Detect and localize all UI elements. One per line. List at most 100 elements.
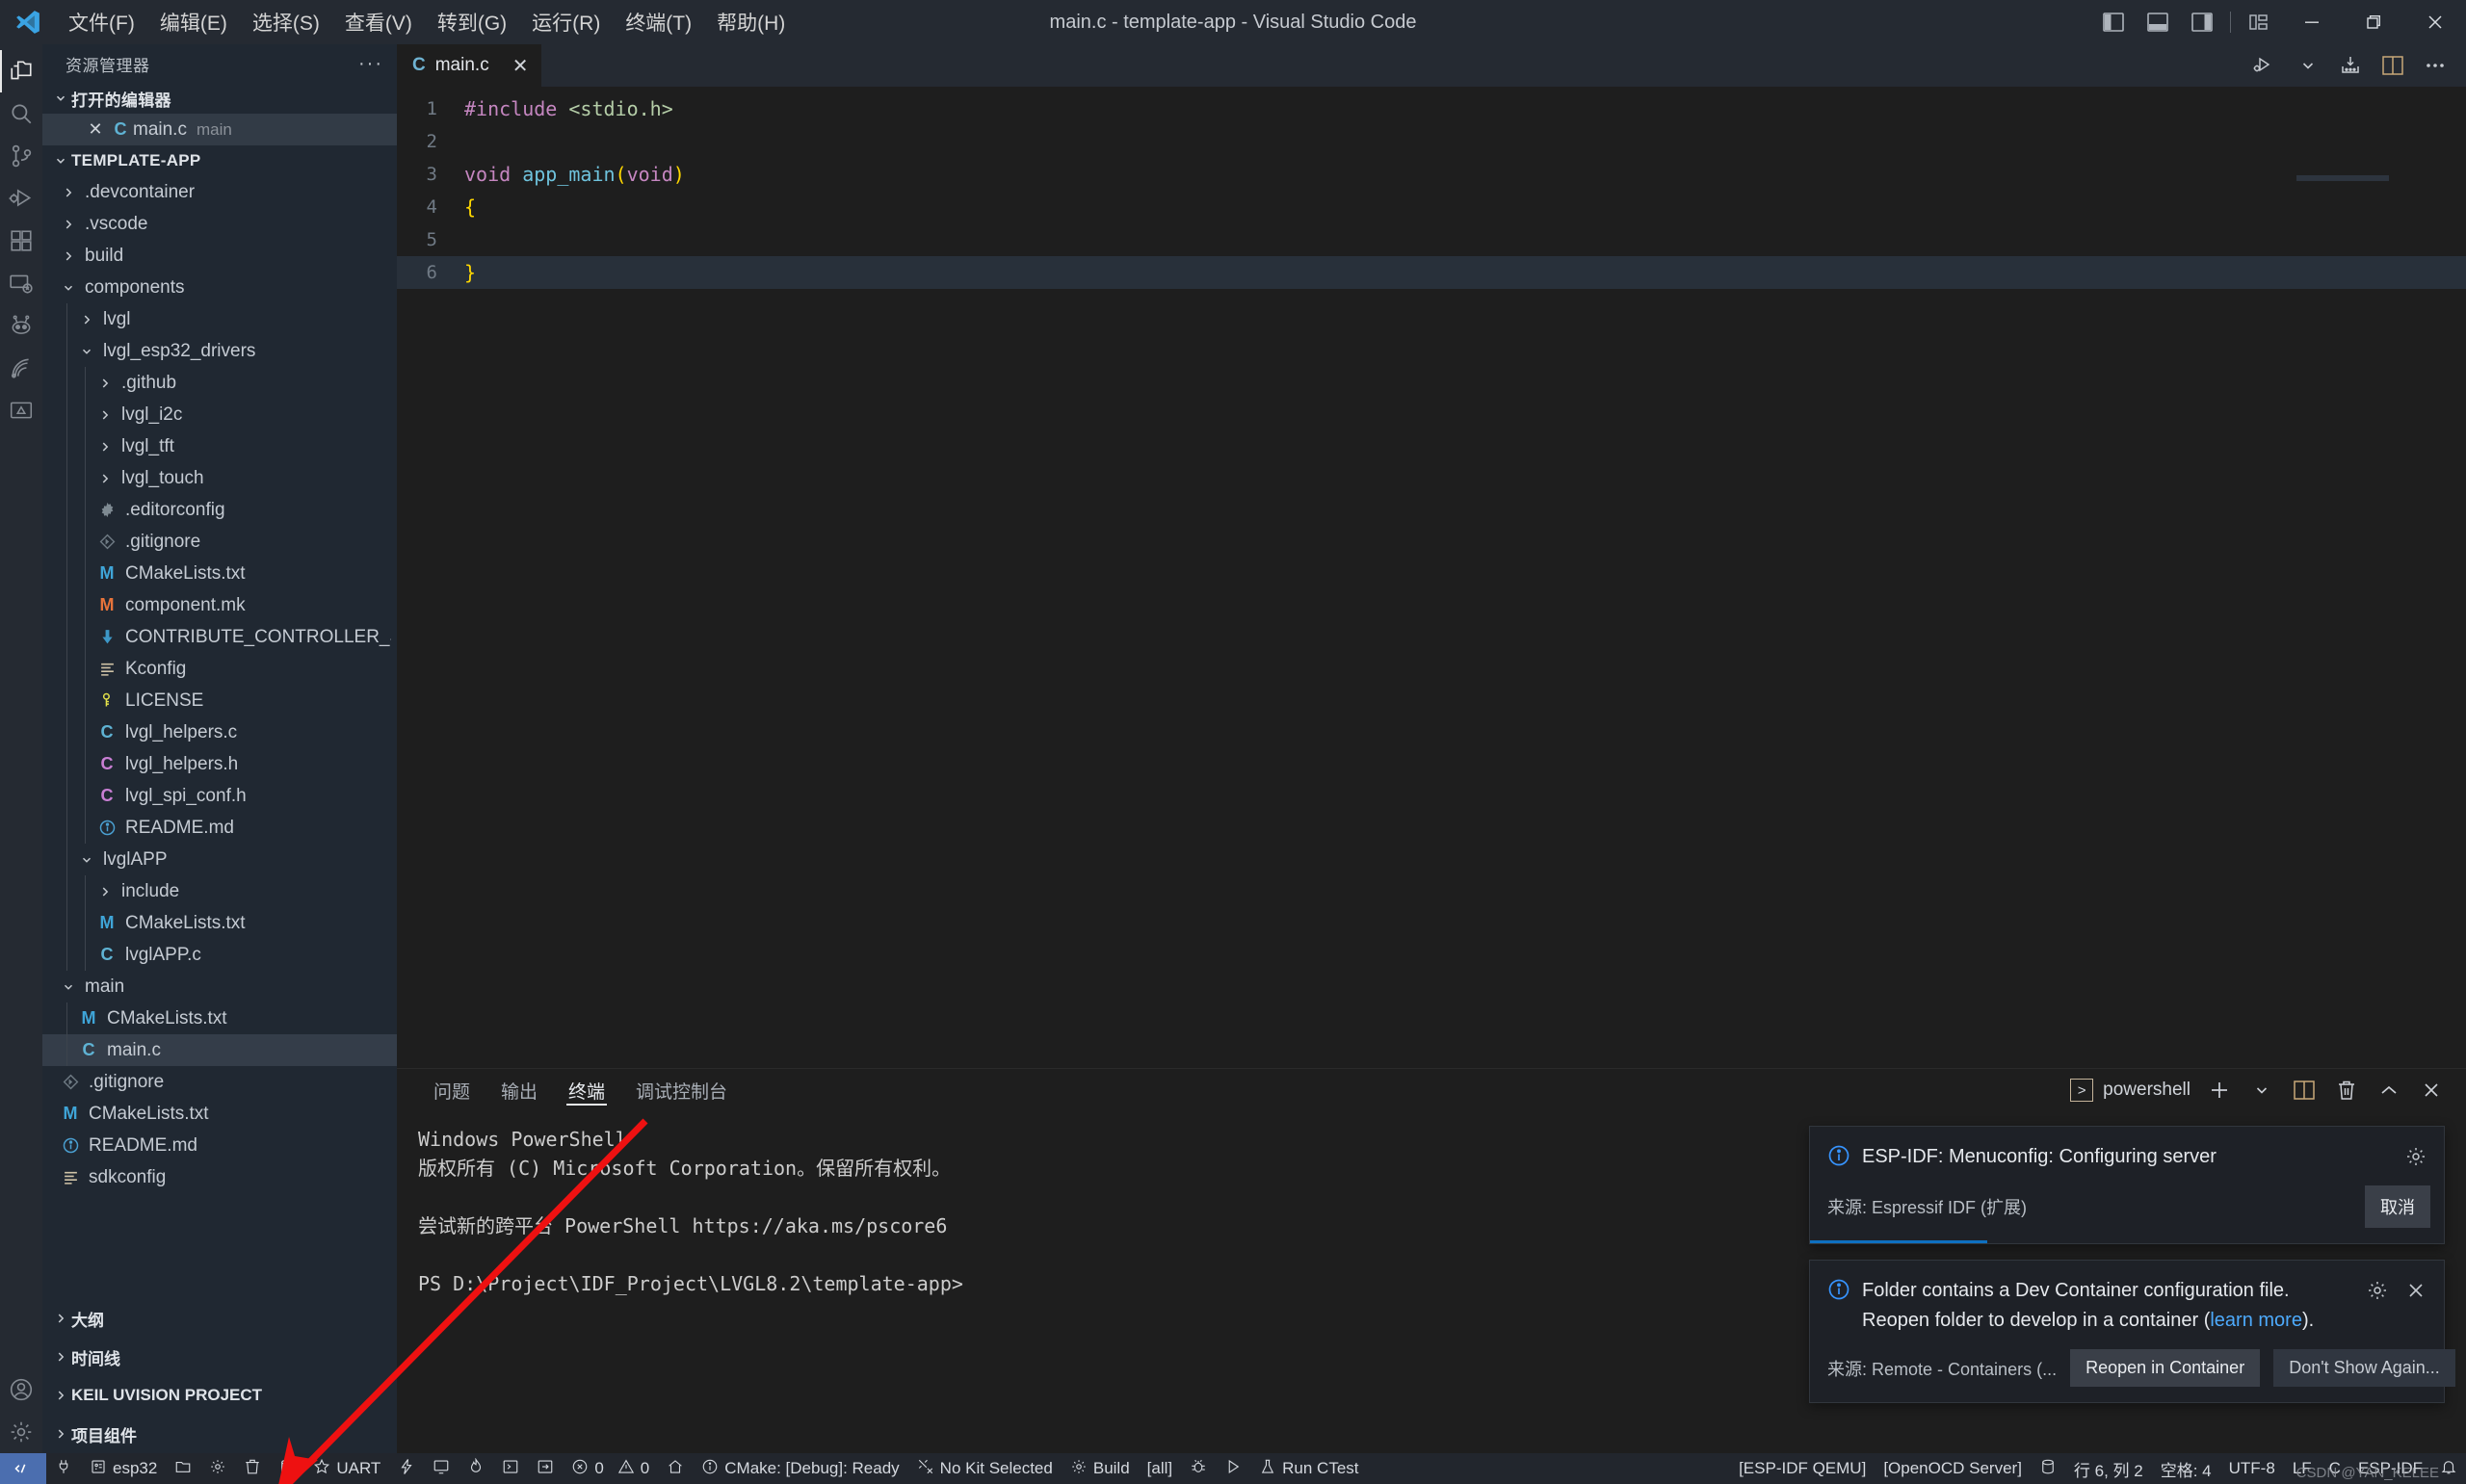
status-idf-doctor[interactable] (528, 1453, 563, 1484)
menu-view[interactable]: 查看(V) (332, 4, 425, 40)
tree-folder-row[interactable]: lvgl_esp32_drivers (42, 335, 397, 367)
status-esp-idf-version[interactable]: ESP-IDF (2349, 1453, 2431, 1484)
menu-terminal[interactable]: 终端(T) (613, 4, 704, 40)
terminal-shell-selector[interactable]: > powershell (2064, 1079, 2196, 1102)
tree-folder-row[interactable]: .vscode (42, 208, 397, 240)
status-cursor-position[interactable]: 行 6, 列 2 (2065, 1453, 2152, 1484)
activity-keil-assistant[interactable] (0, 389, 42, 431)
run-debug-icon[interactable] (2246, 46, 2285, 85)
tab-terminal[interactable]: 终端 (553, 1069, 620, 1111)
tree-folder-row[interactable]: .github (42, 367, 397, 399)
tree-file-row[interactable]: Clvgl_helpers.c (42, 716, 397, 748)
tree-file-row[interactable]: M CMakeLists.txt (42, 558, 397, 589)
status-notifications-bell[interactable] (2431, 1453, 2466, 1484)
status-build-flash-monitor[interactable] (389, 1453, 424, 1484)
tab-main-c[interactable]: C main.c ✕ (397, 44, 543, 87)
status-language-mode[interactable]: C (2321, 1453, 2349, 1484)
tree-file-row[interactable]: README.md (42, 812, 397, 844)
sidebar-section-keil-uvision-project[interactable]: KEIL UVISION PROJECT (42, 1376, 397, 1415)
toggle-secondary-sidebar-icon[interactable] (2180, 0, 2224, 44)
status-encoding[interactable]: UTF-8 (2220, 1453, 2284, 1484)
tree-file-row[interactable]: Mcomponent.mk (42, 589, 397, 621)
tab-close-icon[interactable]: ✕ (512, 54, 529, 78)
code-line[interactable]: 5 (397, 223, 2466, 256)
more-actions-icon[interactable] (2416, 46, 2454, 85)
status-flash-device[interactable] (270, 1453, 304, 1484)
activity-extensions[interactable] (0, 220, 42, 262)
split-terminal-icon[interactable] (2285, 1071, 2323, 1109)
learn-more-link[interactable]: learn more (2210, 1310, 2302, 1331)
status-run-ctest[interactable]: Run CTest (1250, 1453, 1367, 1484)
status-serial-port[interactable] (46, 1453, 81, 1484)
status-idf-terminal[interactable] (493, 1453, 528, 1484)
menu-file[interactable]: 文件(F) (56, 4, 147, 40)
remote-indicator[interactable] (0, 1453, 46, 1484)
tree-file-row[interactable]: Cmain.c (42, 1034, 397, 1066)
code-line[interactable]: 3 void app_main(void) (397, 158, 2466, 191)
tree-folder-row[interactable]: lvgl_touch (42, 462, 397, 494)
close-button[interactable] (2404, 0, 2466, 44)
status-errors-warnings[interactable]: 00 (563, 1453, 658, 1484)
tab-problems[interactable]: 问题 (418, 1069, 485, 1111)
activity-accounts[interactable] (0, 1368, 42, 1411)
tree-file-row[interactable]: Clvgl_helpers.h (42, 748, 397, 780)
tree-file-row[interactable]: .gitignore (42, 1066, 397, 1098)
status-monitor-device[interactable] (424, 1453, 459, 1484)
tree-file-row[interactable]: sdkconfig (42, 1161, 397, 1193)
sidebar-more-actions-icon[interactable]: ··· (358, 53, 383, 75)
tree-file-row[interactable]: Clvgl_spi_conf.h (42, 780, 397, 812)
toggle-panel-icon[interactable] (2136, 0, 2180, 44)
menu-bar[interactable]: 文件(F) 编辑(E) 选择(S) 查看(V) 转到(G) 运行(R) 终端(T) 帮助(H) (56, 4, 798, 40)
dont-show-again-button[interactable]: Don't Show Again... (2273, 1349, 2455, 1387)
tab-output[interactable]: 输出 (485, 1069, 553, 1111)
sidebar-section-timeline[interactable]: 时间线 (42, 1338, 397, 1376)
menu-run[interactable]: 运行(R) (519, 4, 613, 40)
maximize-button[interactable] (2343, 0, 2404, 44)
split-editor-icon[interactable] (2374, 46, 2412, 85)
minimize-button[interactable] (2281, 0, 2343, 44)
tree-file-row[interactable]: CONTRIBUTE_CONTROLLER_SUPPORT.md (42, 621, 397, 653)
tree-folder-row[interactable]: lvgl (42, 303, 397, 335)
tree-folder-row[interactable]: components (42, 272, 397, 303)
tree-file-row[interactable]: M CMakeLists.txt (42, 907, 397, 939)
tree-folder-row[interactable]: lvglAPP (42, 844, 397, 875)
project-header[interactable]: TEMPLATE-APP (42, 145, 397, 176)
activity-run-debug[interactable] (0, 177, 42, 220)
code-line[interactable]: 4{ (397, 191, 2466, 223)
status-menuconfig[interactable] (200, 1453, 235, 1484)
menu-goto[interactable]: 转到(G) (425, 4, 519, 40)
new-terminal-icon[interactable] (2200, 1071, 2239, 1109)
status-cmake-home[interactable] (658, 1453, 693, 1484)
status-kit-selector[interactable]: No Kit Selected (908, 1453, 1062, 1484)
close-icon[interactable]: ✕ (83, 119, 108, 140)
tree-file-row[interactable]: M CMakeLists.txt (42, 1002, 397, 1034)
status-build-target[interactable]: [all] (1139, 1453, 1181, 1484)
sidebar-section-outline[interactable]: 大纲 (42, 1299, 397, 1338)
code-line[interactable]: 6} (397, 256, 2466, 289)
open-editors-header[interactable]: 打开的编辑器 (42, 83, 397, 114)
activity-manage-gear[interactable] (0, 1411, 42, 1453)
activity-search[interactable] (0, 92, 42, 135)
status-esp-idf-qemu[interactable]: [ESP-IDF QEMU] (1730, 1453, 1875, 1484)
status-indentation[interactable]: 空格: 4 (2152, 1453, 2220, 1484)
tree-folder-row[interactable]: lvgl_tft (42, 430, 397, 462)
tree-file-row[interactable]: LICENSE (42, 685, 397, 716)
tree-file-row[interactable]: Kconfig (42, 653, 397, 685)
esp-idf-flash-icon[interactable] (2331, 46, 2370, 85)
status-idf-size[interactable] (2031, 1453, 2065, 1484)
tree-folder-row[interactable]: include (42, 875, 397, 907)
tree-folder-row[interactable]: main (42, 971, 397, 1002)
status-cmake-build[interactable]: Build (1062, 1453, 1139, 1484)
menu-select[interactable]: 选择(S) (240, 4, 332, 40)
activity-explorer[interactable] (0, 50, 42, 92)
activity-espressif[interactable] (0, 347, 42, 389)
status-full-clean[interactable] (235, 1453, 270, 1484)
tree-file-row[interactable]: .gitignore (42, 526, 397, 558)
tree-file-row[interactable]: ClvglAPP.c (42, 939, 397, 971)
cancel-button[interactable]: 取消 (2365, 1185, 2430, 1228)
status-cmake-debug[interactable] (1181, 1453, 1216, 1484)
tree-folder-row[interactable]: build (42, 240, 397, 272)
activity-source-control[interactable] (0, 135, 42, 177)
activity-platformio[interactable] (0, 304, 42, 347)
gear-icon[interactable] (2401, 1142, 2430, 1171)
